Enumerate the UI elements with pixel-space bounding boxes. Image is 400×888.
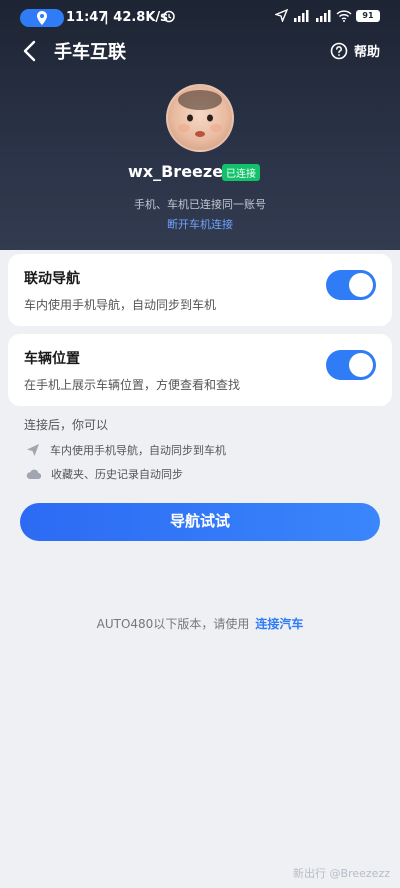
status-time: 11:47 [66, 10, 108, 25]
setting-description: 在手机上展示车辆位置，方便查看和查找 [24, 378, 241, 392]
version-note-text: AUTO480以下版本，请使用 [96, 617, 250, 631]
alarm-icon [163, 10, 175, 23]
toggle-knob [349, 273, 373, 297]
send-icon [27, 444, 39, 456]
hint-text: 车内使用手机导航，自动同步到车机 [50, 444, 226, 457]
setting-card-vehicle-location: 车辆位置 在手机上展示车辆位置，方便查看和查找 [8, 334, 392, 406]
help-label: 帮助 [353, 45, 380, 60]
back-arrow-icon[interactable] [20, 40, 40, 62]
hint-item: 车内使用手机导航，自动同步到车机 [26, 442, 226, 458]
signal-icon [294, 9, 309, 22]
account-subtitle: 手机、车机已连接同一账号 [134, 198, 266, 211]
status-icons: 91 [275, 9, 380, 22]
network-speed: | 42.8K/s [104, 10, 168, 25]
username: wx_Breeze. [128, 162, 230, 181]
title-bar: 手车互联 帮助 [0, 36, 400, 68]
status-badge: 已连接 [222, 164, 260, 181]
hints-title: 连接后，你可以 [24, 418, 109, 432]
setting-title: 联动导航 [24, 271, 80, 287]
toggle-knob [349, 353, 373, 377]
linked-navigation-toggle[interactable] [326, 270, 376, 300]
cloud-icon [26, 469, 41, 480]
avatar-face-image [178, 90, 222, 137]
navigation-arrow-icon [275, 9, 288, 22]
status-bar: 11:47 | 42.8K/s 91 [0, 0, 400, 36]
setting-card-linked-navigation: 联动导航 车内使用手机导航，自动同步到车机 [8, 254, 392, 326]
setting-title: 车辆位置 [24, 351, 80, 367]
location-icon [37, 11, 47, 25]
page-title: 手车互联 [54, 42, 126, 63]
version-note: AUTO480以下版本，请使用 连接汽车 [0, 615, 400, 632]
vehicle-location-toggle[interactable] [326, 350, 376, 380]
help-button[interactable]: 帮助 [330, 41, 380, 60]
signal-icon-2 [316, 9, 331, 22]
connect-car-link[interactable]: 连接汽车 [255, 617, 303, 631]
wifi-icon [336, 9, 352, 22]
battery-indicator: 91 [356, 9, 380, 22]
hint-text: 收藏夹、历史记录自动同步 [51, 468, 183, 481]
hint-item: 收藏夹、历史记录自动同步 [26, 466, 183, 482]
try-navigation-button[interactable]: 导航试试 [20, 503, 380, 541]
watermark: 新出行 @Breezezz [293, 867, 390, 880]
help-icon [330, 42, 348, 59]
disconnect-link[interactable]: 断开车机连接 [0, 216, 400, 232]
avatar [166, 84, 234, 152]
location-indicator [20, 9, 64, 27]
setting-description: 车内使用手机导航，自动同步到车机 [24, 298, 217, 312]
